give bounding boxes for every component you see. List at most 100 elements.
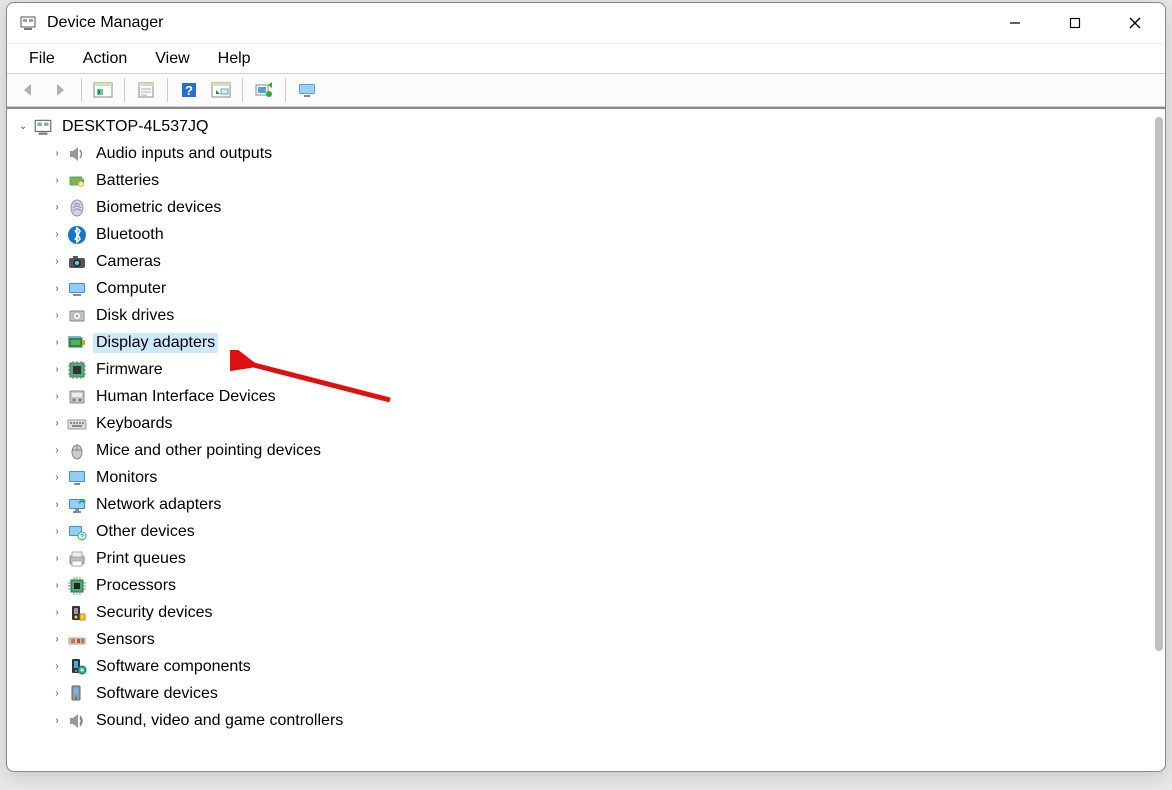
chevron-right-icon[interactable]: › (49, 364, 65, 375)
tree-node-fingerprint[interactable]: › Biometric devices (9, 194, 1163, 221)
monitor-icon (67, 468, 87, 488)
chevron-right-icon[interactable]: › (49, 553, 65, 564)
toolbar-show-hidden-button[interactable] (88, 76, 118, 104)
tree-node-camera[interactable]: › Cameras (9, 248, 1163, 275)
menu-action[interactable]: Action (69, 46, 141, 72)
camera-icon (67, 252, 87, 272)
tree-node-label: Disk drives (93, 306, 177, 326)
tree-node-label: Other devices (93, 522, 198, 542)
titlebar: Device Manager (7, 3, 1165, 43)
software-dev-icon (67, 684, 87, 704)
tree-node-label: Software components (93, 657, 254, 677)
toolbar-monitor-button[interactable] (292, 76, 322, 104)
tree-node-network[interactable]: › Network adapters (9, 491, 1163, 518)
tree-node-speaker[interactable]: › Audio inputs and outputs (9, 140, 1163, 167)
speaker-icon (67, 144, 87, 164)
toolbar-scan-hardware-button[interactable] (249, 76, 279, 104)
window-title: Device Manager (47, 14, 164, 32)
chevron-right-icon[interactable]: › (49, 283, 65, 294)
network-icon (67, 495, 87, 515)
tree-node-label: Biometric devices (93, 198, 224, 218)
chevron-right-icon[interactable]: › (49, 337, 65, 348)
tree-node-label: Software devices (93, 684, 221, 704)
tree-node-label: Processors (93, 576, 179, 596)
tree-node-other[interactable]: › Other devices (9, 518, 1163, 545)
tree-node-label: Monitors (93, 468, 160, 488)
chevron-right-icon[interactable]: › (49, 391, 65, 402)
chevron-right-icon[interactable]: › (49, 715, 65, 726)
minimize-button[interactable] (985, 3, 1045, 43)
toolbar-action-button[interactable] (206, 76, 236, 104)
tree-node-sensors[interactable]: ›Sensors (9, 626, 1163, 653)
device-tree[interactable]: ⌄DESKTOP-4L537JQ › Audio inputs and output… (7, 109, 1165, 771)
chevron-right-icon[interactable]: › (49, 445, 65, 456)
chevron-right-icon[interactable]: › (49, 634, 65, 645)
tree-node-cpu[interactable]: › Processors (9, 572, 1163, 599)
content-area: ⌄DESKTOP-4L537JQ › Audio inputs and output… (7, 107, 1165, 771)
firmware-icon (67, 360, 87, 380)
tree-node-monitor[interactable]: › Monitors (9, 464, 1163, 491)
tree-node-label: Cameras (93, 252, 164, 272)
tree-node-hid[interactable]: ›Human Interface Devices (9, 383, 1163, 410)
toolbar-help-button[interactable]: ? (174, 76, 204, 104)
tree-node-label: Audio inputs and outputs (93, 144, 275, 164)
tree-node-label: Bluetooth (93, 225, 167, 245)
tree-node-disk[interactable]: › Disk drives (9, 302, 1163, 329)
tree-node-bluetooth[interactable]: › Bluetooth (9, 221, 1163, 248)
chevron-right-icon[interactable]: › (49, 418, 65, 429)
chevron-right-icon[interactable]: › (49, 661, 65, 672)
cpu-icon (67, 576, 87, 596)
tree-node-label: Keyboards (93, 414, 176, 434)
tree-node-label: Display adapters (93, 333, 218, 353)
tree-node-display-adapter[interactable]: › Display adapters (9, 329, 1163, 356)
chevron-right-icon[interactable]: › (49, 688, 65, 699)
toolbar-properties-button[interactable] (131, 76, 161, 104)
tree-node-security[interactable]: ›Security devices (9, 599, 1163, 626)
chevron-right-icon[interactable]: › (49, 229, 65, 240)
bluetooth-icon (67, 225, 87, 245)
chevron-right-icon[interactable]: › (49, 472, 65, 483)
tree-node-label: Batteries (93, 171, 162, 191)
tree-node-printer[interactable]: ›Print queues (9, 545, 1163, 572)
computer-icon (67, 279, 87, 299)
close-button[interactable] (1105, 3, 1165, 43)
menu-view[interactable]: View (141, 46, 203, 72)
mouse-icon (67, 441, 87, 461)
toolbar-back-button[interactable] (13, 76, 43, 104)
menu-file[interactable]: File (15, 46, 69, 72)
tree-node-computer[interactable]: › Computer (9, 275, 1163, 302)
tree-node-software-comp[interactable]: › Software components (9, 653, 1163, 680)
toolbar-forward-button[interactable] (45, 76, 75, 104)
display-adapter-icon (67, 333, 87, 353)
menu-help[interactable]: Help (204, 46, 265, 72)
tree-node-label: Network adapters (93, 495, 224, 515)
hid-icon (67, 387, 87, 407)
tree-node-sound[interactable]: › Sound, video and game controllers (9, 707, 1163, 734)
app-icon (19, 14, 37, 32)
menubar: File Action View Help (7, 43, 1165, 73)
tree-node-mouse[interactable]: ›Mice and other pointing devices (9, 437, 1163, 464)
tree-node-software-dev[interactable]: › Software devices (9, 680, 1163, 707)
scrollbar[interactable] (1155, 117, 1163, 651)
sensors-icon (67, 630, 87, 650)
chevron-right-icon[interactable]: › (49, 580, 65, 591)
tree-node-keyboard[interactable]: › Keyboards (9, 410, 1163, 437)
chevron-right-icon[interactable]: › (49, 202, 65, 213)
tree-node-battery[interactable]: › Batteries (9, 167, 1163, 194)
tree-node-firmware[interactable]: ›Firmware (9, 356, 1163, 383)
chevron-right-icon[interactable]: › (49, 310, 65, 321)
tree-node-label: Sound, video and game controllers (93, 711, 346, 731)
chevron-right-icon[interactable]: › (49, 526, 65, 537)
chevron-right-icon[interactable]: › (49, 175, 65, 186)
chevron-right-icon[interactable]: › (49, 499, 65, 510)
software-comp-icon (67, 657, 87, 677)
maximize-button[interactable] (1045, 3, 1105, 43)
expander-icon[interactable]: ⌄ (15, 121, 31, 132)
tree-root-node[interactable]: ⌄DESKTOP-4L537JQ (9, 113, 1163, 140)
printer-icon (67, 549, 87, 569)
other-icon (67, 522, 87, 542)
tree-node-label: Computer (93, 279, 169, 299)
chevron-right-icon[interactable]: › (49, 256, 65, 267)
chevron-right-icon[interactable]: › (49, 607, 65, 618)
chevron-right-icon[interactable]: › (49, 148, 65, 159)
